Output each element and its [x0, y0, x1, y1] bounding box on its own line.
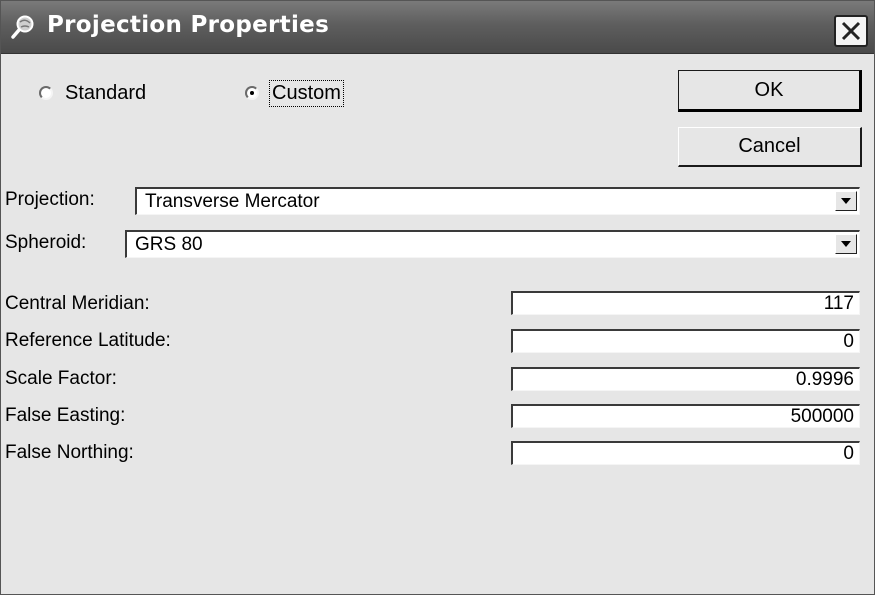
title-bar[interactable]: Projection Properties: [1, 1, 874, 54]
custom-radio[interactable]: Custom: [245, 79, 344, 107]
reference-latitude-field[interactable]: 0: [511, 329, 860, 353]
central-meridian-label: Central Meridian:: [5, 293, 150, 314]
false-easting-field[interactable]: 500000: [511, 404, 860, 428]
standard-radio-label: Standard: [65, 81, 147, 104]
scale-factor-label: Scale Factor:: [5, 368, 117, 389]
ok-button[interactable]: OK: [678, 70, 862, 112]
false-easting-label: False Easting:: [5, 405, 126, 426]
standard-radio[interactable]: Standard: [39, 81, 146, 105]
projection-select[interactable]: Transverse Mercator: [135, 187, 860, 215]
magnifier-globe-icon: [11, 14, 37, 40]
scale-factor-field[interactable]: 0.9996: [511, 367, 860, 391]
spheroid-value: GRS 80: [135, 234, 203, 255]
projection-value: Transverse Mercator: [145, 191, 320, 212]
projection-label: Projection:: [5, 189, 95, 210]
chevron-down-icon[interactable]: [835, 191, 857, 211]
spheroid-label: Spheroid:: [5, 232, 87, 253]
reference-latitude-label: Reference Latitude:: [5, 330, 171, 351]
chevron-down-icon[interactable]: [835, 234, 857, 254]
projection-properties-dialog: Projection Properties Standard Custom OK…: [0, 0, 875, 595]
false-northing-label: False Northing:: [5, 442, 134, 463]
central-meridian-field[interactable]: 117: [511, 291, 860, 315]
close-button[interactable]: [834, 15, 868, 47]
custom-radio-button[interactable]: [245, 86, 259, 100]
cancel-button[interactable]: Cancel: [678, 127, 862, 167]
close-icon: [841, 21, 861, 41]
window-title: Projection Properties: [47, 12, 330, 38]
custom-radio-label: Custom: [269, 79, 344, 107]
standard-radio-button[interactable]: [39, 86, 53, 100]
spheroid-select[interactable]: GRS 80: [125, 230, 860, 258]
false-northing-field[interactable]: 0: [511, 441, 860, 465]
